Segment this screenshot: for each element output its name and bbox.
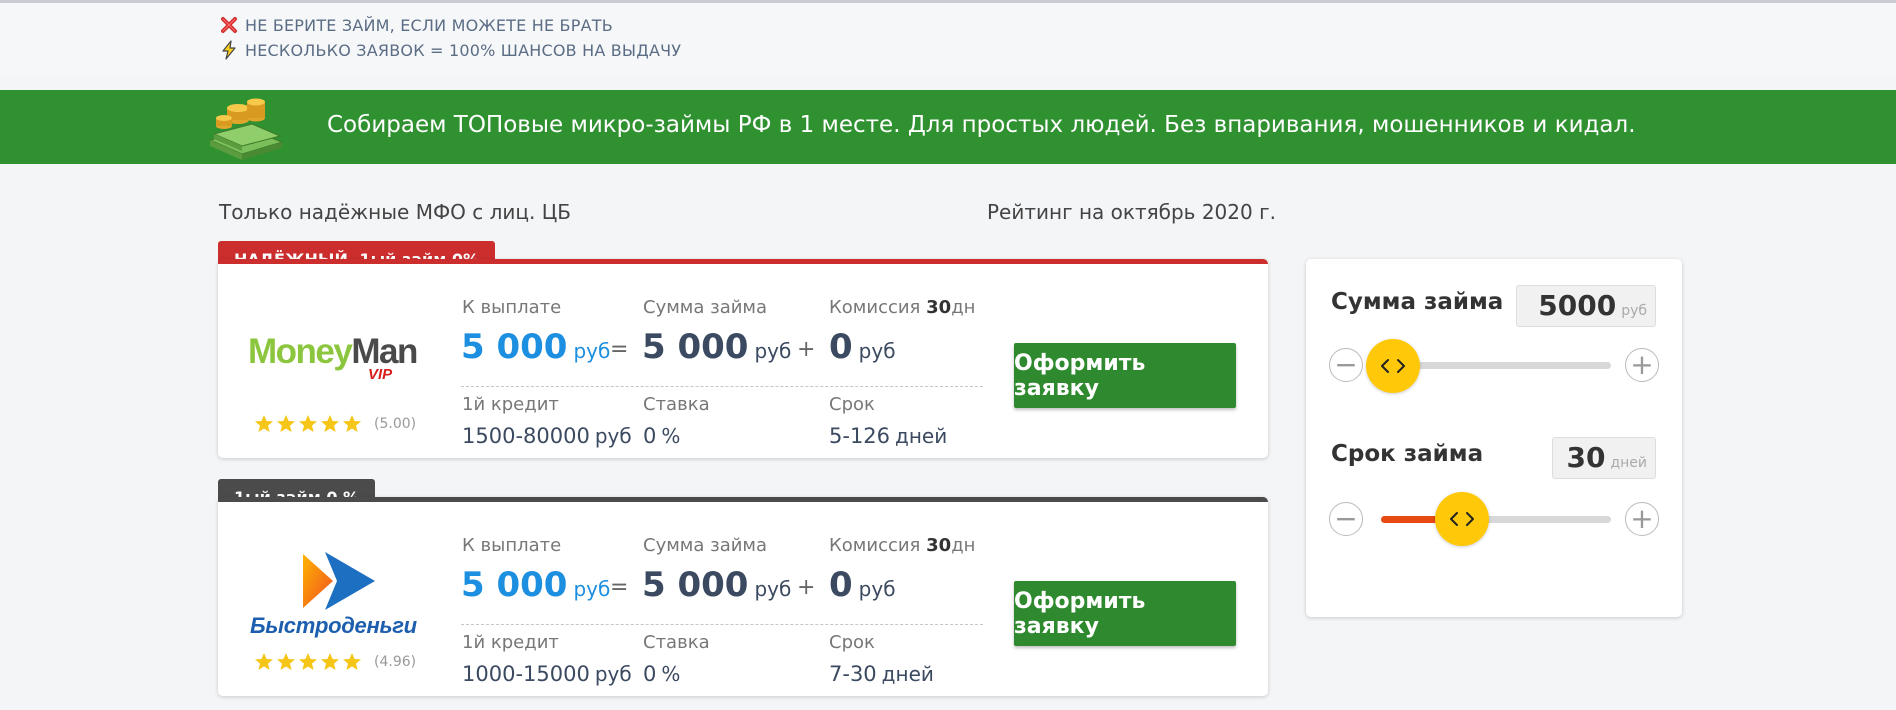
lightning-icon bbox=[219, 40, 239, 60]
amount-input-value: 5000 bbox=[1538, 289, 1617, 322]
rate-label: Ставка bbox=[643, 632, 710, 653]
logo-sub: VIP bbox=[368, 366, 393, 383]
term-input-value: 30 bbox=[1566, 441, 1606, 474]
loan-calculator: Сумма займа 5000 руб − + Срок займа 30 дне… bbox=[1306, 259, 1682, 617]
term-input[interactable]: 30 дней bbox=[1552, 437, 1656, 479]
commission-value: 0 руб bbox=[829, 327, 896, 367]
notice-bar: НЕ БЕРИТЕ ЗАЙМ, ЕСЛИ МОЖЕТЕ НЕ БРАТЬ НЕС… bbox=[0, 3, 1896, 75]
rating-value: (5.00) bbox=[374, 416, 417, 432]
equals-sign: = bbox=[610, 575, 629, 600]
payout-value: 5 000 руб bbox=[461, 565, 611, 605]
amount-slider-handle[interactable] bbox=[1365, 339, 1420, 393]
amount-input-unit: руб bbox=[1621, 303, 1647, 319]
star-icon bbox=[299, 415, 317, 432]
notice-item: НЕ БЕРИТЕ ЗАЙМ, ЕСЛИ МОЖЕТЕ НЕ БРАТЬ bbox=[219, 15, 613, 35]
chevrons-icon bbox=[1380, 359, 1405, 373]
plus-sign: + bbox=[797, 337, 816, 362]
term-slider-handle[interactable] bbox=[1434, 492, 1489, 546]
red-x-icon bbox=[219, 15, 239, 35]
rate-value: 0% bbox=[643, 424, 681, 448]
star-icon bbox=[343, 653, 361, 670]
payout-label: К выплате bbox=[462, 297, 562, 318]
bystrodengi-logo-icon bbox=[303, 552, 375, 610]
rate-label: Ставка bbox=[643, 394, 710, 415]
first-credit-value: 1000-15000 руб bbox=[462, 662, 632, 686]
payout-value: 5 000 руб bbox=[461, 327, 611, 367]
star-icon bbox=[343, 415, 361, 432]
star-icon bbox=[277, 415, 295, 432]
amount-input[interactable]: 5000 руб bbox=[1516, 285, 1656, 327]
banner-text: Собираем ТОПовые микро-займы РФ в 1 мест… bbox=[327, 112, 1636, 138]
subheader-left: Только надёжные МФО с лиц. ЦБ bbox=[219, 200, 571, 224]
plus-sign: + bbox=[797, 575, 816, 600]
amount-title: Сумма займа bbox=[1331, 289, 1504, 315]
amount-value: 5 000 руб bbox=[642, 565, 792, 605]
apply-button[interactable]: Оформить заявку bbox=[1014, 343, 1236, 408]
star-icon bbox=[255, 653, 273, 670]
first-credit-label: 1й кредит bbox=[462, 394, 559, 415]
star-icon bbox=[255, 415, 273, 432]
apply-button[interactable]: Оформить заявку bbox=[1014, 581, 1236, 646]
term-label: Срок bbox=[829, 632, 875, 653]
star-icon bbox=[321, 415, 339, 432]
divider bbox=[461, 386, 983, 387]
amount-decrease-button[interactable]: − bbox=[1329, 348, 1363, 382]
offer-card-bystrodengi: Быстроденьги (4.96) К выплате Сумма займ… bbox=[218, 497, 1268, 696]
amount-label: Сумма займа bbox=[643, 297, 768, 318]
divider bbox=[461, 624, 983, 625]
commission-label: Комиссия 30дн bbox=[829, 535, 976, 556]
equals-sign: = bbox=[610, 337, 629, 362]
lender-logo-bystrodengi[interactable]: Быстроденьги (4.96) bbox=[218, 502, 448, 696]
star-icon bbox=[277, 653, 295, 670]
commission-label: Комиссия 30дн bbox=[829, 297, 976, 318]
payout-label: К выплате bbox=[462, 535, 562, 556]
notice-text: НЕСКОЛЬКО ЗАЯВОК = 100% ШАНСОВ НА ВЫДАЧУ bbox=[245, 40, 682, 60]
rating-stars: (4.96) bbox=[254, 652, 416, 672]
lender-logo-moneyman[interactable]: MoneyMan VIP (5.00) bbox=[218, 264, 448, 458]
money-stack-icon bbox=[204, 96, 286, 162]
offer-card-moneyman: MoneyMan VIP (5.00) К выплате Сумма займ… bbox=[218, 259, 1268, 458]
term-value: 7-30 дней bbox=[829, 662, 934, 686]
amount-value: 5 000 руб bbox=[642, 327, 792, 367]
term-input-unit: дней bbox=[1610, 455, 1647, 471]
promo-banner: Собираем ТОПовые микро-займы РФ в 1 мест… bbox=[0, 90, 1896, 164]
star-icon bbox=[321, 653, 339, 670]
rating-value: (4.96) bbox=[374, 654, 417, 670]
rate-value: 0% bbox=[643, 662, 681, 686]
term-value: 5-126 дней bbox=[829, 424, 948, 448]
term-title: Срок займа bbox=[1331, 441, 1484, 467]
chevrons-icon bbox=[1449, 512, 1474, 526]
notice-item: НЕСКОЛЬКО ЗАЯВОК = 100% ШАНСОВ НА ВЫДАЧУ bbox=[219, 40, 681, 60]
star-icon bbox=[299, 653, 317, 670]
term-increase-button[interactable]: + bbox=[1625, 502, 1659, 536]
subheader-right: Рейтинг на октябрь 2020 г. bbox=[987, 200, 1276, 224]
rating-stars: (5.00) bbox=[254, 414, 416, 434]
amount-label: Сумма займа bbox=[643, 535, 768, 556]
first-credit-value: 1500-80000 руб bbox=[462, 424, 632, 448]
first-credit-label: 1й кредит bbox=[462, 632, 559, 653]
amount-increase-button[interactable]: + bbox=[1625, 348, 1659, 382]
notice-text: НЕ БЕРИТЕ ЗАЙМ, ЕСЛИ МОЖЕТЕ НЕ БРАТЬ bbox=[245, 15, 613, 35]
term-label: Срок bbox=[829, 394, 875, 415]
commission-value: 0 руб bbox=[829, 565, 896, 605]
logo-text: Быстроденьги bbox=[250, 613, 417, 638]
term-decrease-button[interactable]: − bbox=[1329, 502, 1363, 536]
